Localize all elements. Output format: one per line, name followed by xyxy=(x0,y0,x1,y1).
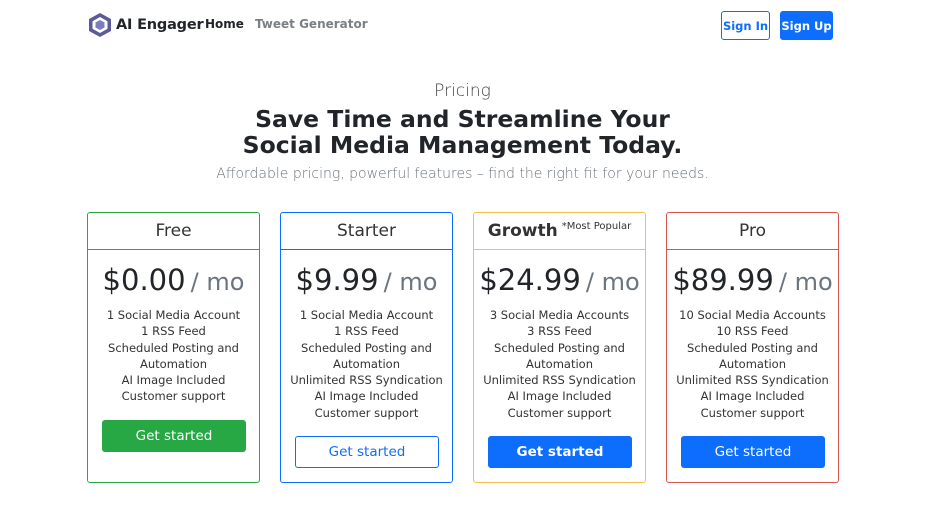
get-started-free-button[interactable]: Get started xyxy=(102,420,246,452)
feature-item: Unlimited RSS Syndication xyxy=(483,373,636,388)
plan-price: $9.99 / mo xyxy=(281,263,452,297)
feature-item: Scheduled Posting and xyxy=(687,340,818,355)
price-period: / mo xyxy=(383,268,438,296)
feature-item: AI Image Included xyxy=(507,389,612,404)
feature-item: Unlimited RSS Syndication xyxy=(290,373,443,388)
feature-list: 1 Social Media Account 1 RSS Feed Schedu… xyxy=(88,307,259,405)
price-amount: $24.99 xyxy=(479,263,581,297)
feature-item: Customer support xyxy=(121,389,226,404)
feature-list: 1 Social Media Account 1 RSS Feed Schedu… xyxy=(281,307,452,421)
feature-item: 1 Social Media Account xyxy=(106,308,241,322)
feature-item: Automation xyxy=(526,356,593,371)
feature-item: Scheduled Posting and xyxy=(301,340,432,355)
nav-home[interactable]: Home xyxy=(205,17,244,31)
price-amount: $89.99 xyxy=(672,263,774,297)
nav-tweet-generator[interactable]: Tweet Generator xyxy=(255,17,368,31)
plan-name: Free xyxy=(155,221,192,241)
brand-link[interactable]: AI Engager xyxy=(88,12,204,38)
sign-in-button[interactable]: Sign In xyxy=(721,11,770,40)
plan-name: Pro xyxy=(739,221,766,241)
price-period: / mo xyxy=(778,268,833,296)
feature-item: Customer support xyxy=(700,405,805,420)
feature-item: Automation xyxy=(140,356,207,371)
feature-list: 10 Social Media Accounts 10 RSS Feed Sch… xyxy=(667,307,838,421)
most-popular-badge: *Most Popular xyxy=(561,221,632,232)
plan-name: Starter xyxy=(337,221,396,241)
plan-price: $89.99 / mo xyxy=(667,263,838,297)
plan-price: $24.99 / mo xyxy=(474,263,645,297)
headline-line-1: Save Time and Streamline Your xyxy=(255,105,670,133)
feature-item: 1 RSS Feed xyxy=(334,324,399,339)
feature-item: Customer support xyxy=(507,405,612,420)
hexagon-logo-icon xyxy=(89,13,111,37)
plan-name: Growth xyxy=(487,221,558,241)
feature-item: AI Image Included xyxy=(121,373,226,388)
top-navbar: AI Engager Home Tweet Generator Sign In … xyxy=(0,0,925,50)
plan-card-growth: Growth *Most Popular $24.99 / mo 3 Socia… xyxy=(473,212,646,483)
plan-card-pro: Pro $89.99 / mo 10 Social Media Accounts… xyxy=(666,212,839,483)
pricing-lead: Affordable pricing, powerful features – … xyxy=(216,166,709,182)
plan-header: Free xyxy=(88,213,259,250)
get-started-pro-button[interactable]: Get started xyxy=(681,436,825,468)
get-started-growth-button[interactable]: Get started xyxy=(488,436,632,468)
price-amount: $9.99 xyxy=(295,263,379,297)
page-title: Save Time and Streamline Your Social Med… xyxy=(0,106,925,158)
get-started-starter-button[interactable]: Get started xyxy=(295,436,439,468)
feature-item: 1 RSS Feed xyxy=(141,324,206,339)
feature-item: Unlimited RSS Syndication xyxy=(676,373,829,388)
feature-item: AI Image Included xyxy=(314,389,419,404)
headline-line-2: Social Media Management Today. xyxy=(242,131,683,159)
plan-header: Growth *Most Popular xyxy=(474,213,645,250)
feature-item: Automation xyxy=(719,356,786,371)
feature-item: Scheduled Posting and xyxy=(494,340,625,355)
feature-item: Automation xyxy=(333,356,400,371)
feature-item: AI Image Included xyxy=(700,389,805,404)
price-amount: $0.00 xyxy=(102,263,186,297)
pricing-eyebrow: Pricing xyxy=(434,81,491,101)
plan-header: Starter xyxy=(281,213,452,250)
feature-item: 3 RSS Feed xyxy=(527,324,592,339)
plan-price: $0.00 / mo xyxy=(88,263,259,297)
feature-item: 10 RSS Feed xyxy=(716,324,789,339)
main-nav: Home Tweet Generator xyxy=(205,17,368,31)
plan-header: Pro xyxy=(667,213,838,250)
plan-card-free: Free $0.00 / mo 1 Social Media Account 1… xyxy=(87,212,260,483)
feature-item: Customer support xyxy=(314,405,419,420)
feature-item: Scheduled Posting and xyxy=(108,340,239,355)
feature-item: 10 Social Media Accounts xyxy=(679,308,826,322)
price-period: / mo xyxy=(585,268,640,296)
price-period: / mo xyxy=(190,268,245,296)
plan-card-starter: Starter $9.99 / mo 1 Social Media Accoun… xyxy=(280,212,453,483)
brand-name: AI Engager xyxy=(116,17,204,33)
feature-item: 1 Social Media Account xyxy=(299,308,434,322)
feature-list: 3 Social Media Accounts 3 RSS Feed Sched… xyxy=(474,307,645,421)
feature-item: 3 Social Media Accounts xyxy=(489,308,630,322)
sign-up-button[interactable]: Sign Up xyxy=(780,11,833,40)
